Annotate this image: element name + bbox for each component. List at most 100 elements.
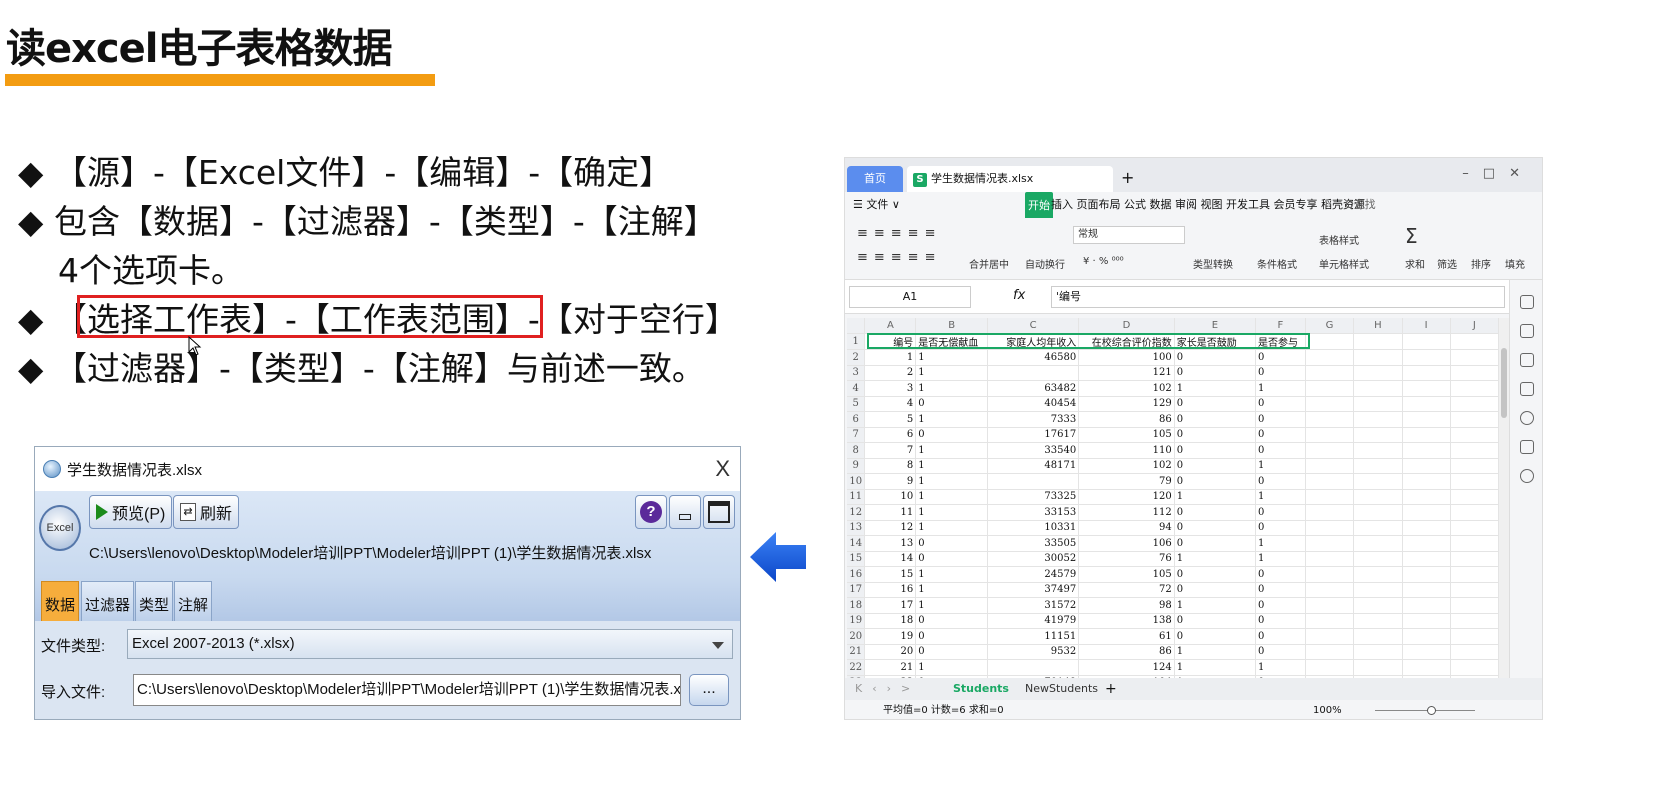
cell[interactable] bbox=[1402, 396, 1451, 412]
cell[interactable]: 0 bbox=[1174, 396, 1257, 412]
cell[interactable] bbox=[1402, 551, 1451, 567]
row-header[interactable]: 16 bbox=[847, 566, 866, 583]
cell[interactable]: 1 bbox=[915, 659, 988, 676]
name-box[interactable]: A1 bbox=[849, 286, 971, 308]
cell[interactable]: 40454 bbox=[987, 396, 1080, 412]
cell[interactable]: 0 bbox=[1255, 582, 1306, 598]
column-header[interactable]: H bbox=[1353, 318, 1403, 334]
row-header[interactable]: 10 bbox=[847, 473, 866, 490]
cell[interactable] bbox=[1450, 566, 1499, 583]
cell[interactable]: 6 bbox=[864, 427, 917, 443]
cell[interactable] bbox=[1305, 597, 1355, 614]
cell[interactable] bbox=[1450, 535, 1499, 552]
cell[interactable]: 13 bbox=[864, 535, 917, 552]
cell[interactable] bbox=[1402, 489, 1451, 505]
cell[interactable] bbox=[1305, 411, 1355, 428]
cell[interactable]: 1 bbox=[1255, 535, 1306, 552]
cell[interactable]: 33153 bbox=[987, 504, 1080, 521]
cell[interactable] bbox=[1305, 489, 1355, 505]
cell[interactable]: 9532 bbox=[987, 644, 1080, 660]
cell[interactable]: 0 bbox=[1174, 582, 1257, 598]
search-button[interactable]: Q查找 bbox=[1345, 192, 1376, 218]
vertical-scrollbar[interactable] bbox=[1499, 318, 1509, 678]
column-header[interactable]: G bbox=[1305, 318, 1355, 334]
cell[interactable]: 1 bbox=[915, 566, 988, 583]
cell[interactable]: 0 bbox=[1255, 566, 1306, 583]
number-format-select[interactable]: 常规 bbox=[1073, 226, 1185, 244]
cell[interactable]: 0 bbox=[1255, 473, 1306, 490]
cell[interactable] bbox=[1305, 613, 1355, 629]
formula-input[interactable]: '编号 bbox=[1051, 286, 1505, 308]
cell[interactable]: 8 bbox=[864, 458, 917, 474]
cell[interactable] bbox=[1402, 644, 1451, 660]
cell[interactable]: 0 bbox=[1255, 427, 1306, 443]
cell[interactable] bbox=[1450, 504, 1499, 521]
cell[interactable]: 0 bbox=[1174, 504, 1257, 521]
preview-button[interactable]: 预览(P) bbox=[89, 495, 173, 529]
cell[interactable] bbox=[1305, 458, 1355, 474]
cell[interactable] bbox=[1402, 333, 1451, 350]
cell[interactable] bbox=[1450, 333, 1499, 350]
sheet-tab-students[interactable]: Students bbox=[953, 678, 1009, 700]
cell[interactable]: 0 bbox=[1174, 473, 1257, 490]
column-header[interactable]: B bbox=[915, 318, 988, 334]
cell[interactable]: 1 bbox=[915, 380, 988, 397]
cell[interactable] bbox=[1450, 473, 1499, 490]
cell[interactable] bbox=[1450, 613, 1499, 629]
row-header[interactable]: 6 bbox=[847, 411, 866, 428]
cell[interactable]: 0 bbox=[915, 628, 988, 645]
cell[interactable]: 14 bbox=[864, 551, 917, 567]
file-type-select[interactable]: Excel 2007-2013 (*.xlsx) bbox=[127, 629, 733, 659]
cell[interactable] bbox=[1305, 551, 1355, 567]
cell[interactable] bbox=[1353, 349, 1403, 366]
cell[interactable] bbox=[1450, 411, 1499, 428]
cell[interactable]: 37497 bbox=[987, 582, 1080, 598]
cell[interactable] bbox=[1450, 442, 1499, 459]
cell[interactable] bbox=[1450, 489, 1499, 505]
column-header[interactable]: I bbox=[1402, 318, 1451, 334]
cell[interactable]: 106 bbox=[1078, 535, 1175, 552]
cell[interactable] bbox=[1402, 349, 1451, 366]
cell[interactable] bbox=[1450, 551, 1499, 567]
cell[interactable]: 0 bbox=[1174, 628, 1257, 645]
cell[interactable]: 1 bbox=[915, 365, 988, 381]
cell[interactable] bbox=[1450, 365, 1499, 381]
cell[interactable] bbox=[1305, 520, 1355, 536]
cell[interactable]: 10331 bbox=[987, 520, 1080, 536]
cell[interactable]: 0 bbox=[1255, 628, 1306, 645]
row-header[interactable]: 13 bbox=[847, 520, 866, 536]
cell[interactable]: 0 bbox=[915, 551, 988, 567]
cell[interactable]: 1 bbox=[1255, 489, 1306, 505]
cell[interactable] bbox=[1353, 333, 1403, 350]
close-icon[interactable]: X bbox=[715, 456, 730, 482]
column-header[interactable]: D bbox=[1078, 318, 1175, 334]
cell[interactable] bbox=[1402, 427, 1451, 443]
cell[interactable] bbox=[1450, 427, 1499, 443]
sum-button[interactable]: 求和 bbox=[1405, 256, 1425, 271]
cell[interactable] bbox=[1402, 380, 1451, 397]
zoom-handle[interactable] bbox=[1427, 706, 1436, 715]
cell[interactable]: 1 bbox=[915, 520, 988, 536]
cell-style-button[interactable]: 单元格样式 bbox=[1319, 256, 1369, 271]
cell[interactable] bbox=[1305, 427, 1355, 443]
row-header[interactable]: 21 bbox=[847, 644, 866, 660]
cell[interactable] bbox=[1353, 489, 1403, 505]
cell[interactable] bbox=[1305, 396, 1355, 412]
cell[interactable]: 0 bbox=[1255, 597, 1306, 614]
cell[interactable] bbox=[1305, 628, 1355, 645]
column-header[interactable]: F bbox=[1255, 318, 1306, 334]
column-header[interactable]: E bbox=[1174, 318, 1257, 334]
cell[interactable] bbox=[1353, 535, 1403, 552]
cell[interactable]: 1 bbox=[1174, 597, 1257, 614]
cell[interactable] bbox=[1402, 442, 1451, 459]
wrap-button[interactable]: 自动换行 bbox=[1025, 256, 1065, 271]
cell[interactable]: 1 bbox=[915, 597, 988, 614]
cell[interactable]: 0 bbox=[1174, 458, 1257, 474]
tab-filter[interactable]: 过滤器 bbox=[81, 581, 135, 621]
cell[interactable]: 33540 bbox=[987, 442, 1080, 459]
cell[interactable]: 0 bbox=[1174, 613, 1257, 629]
cell[interactable] bbox=[1450, 458, 1499, 474]
cell[interactable]: 0 bbox=[1174, 365, 1257, 381]
cell[interactable] bbox=[1353, 380, 1403, 397]
row-header[interactable]: 1 bbox=[847, 333, 866, 350]
